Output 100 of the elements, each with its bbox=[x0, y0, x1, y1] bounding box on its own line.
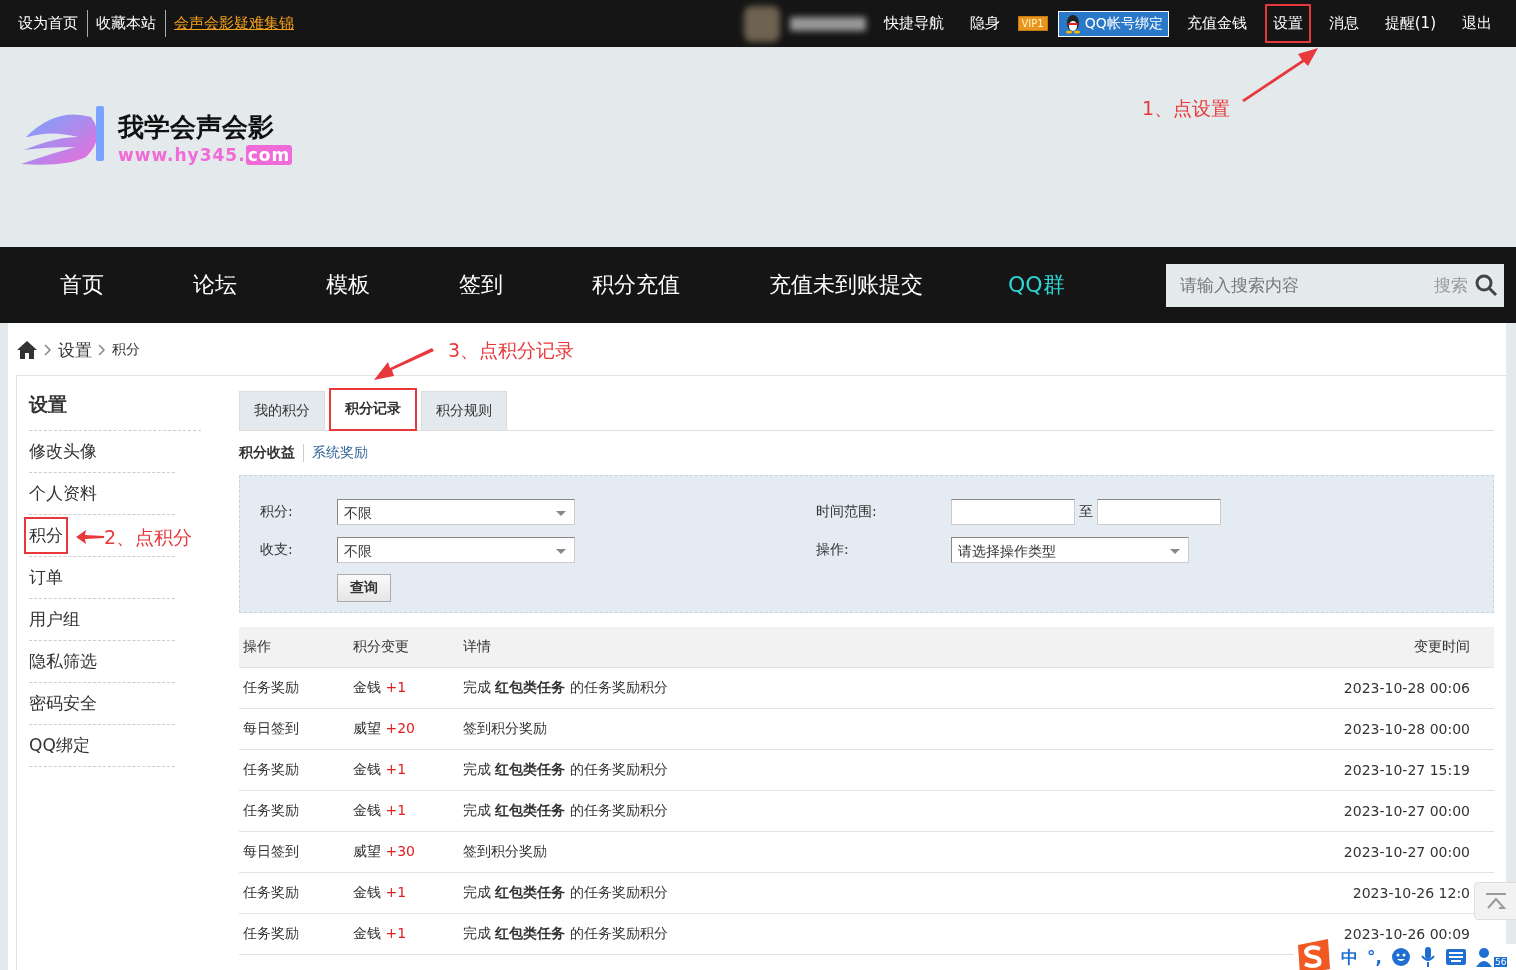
field-label: 时间范围: bbox=[816, 503, 878, 521]
table-cell-text: 2023-10-27 00:00 bbox=[1342, 844, 1471, 860]
sidebar-item[interactable]: 订单 bbox=[24, 559, 68, 596]
field-label: 积分: bbox=[260, 503, 294, 521]
table-cell-text: 金钱 +1 bbox=[353, 761, 408, 779]
table-cell-text: 签到积分奖励 bbox=[463, 720, 548, 738]
chevron-icon bbox=[98, 344, 106, 356]
breadcrumb-link[interactable]: 积分 bbox=[112, 341, 140, 359]
column-header: 操作 bbox=[242, 638, 272, 656]
keyboard-icon[interactable] bbox=[1444, 948, 1467, 966]
microphone-icon[interactable] bbox=[1419, 946, 1436, 968]
top-link[interactable]: 充值金钱 bbox=[1178, 4, 1255, 43]
table-cell-text: 威望 +20 bbox=[353, 720, 416, 738]
tab[interactable]: 我的积分 bbox=[239, 391, 325, 430]
sidebar-item[interactable]: 隐私筛选 bbox=[24, 643, 102, 680]
tab[interactable]: 积分规则 bbox=[421, 391, 507, 430]
annotation-text: 3、点积分记录 bbox=[448, 338, 575, 363]
annotation-arrow bbox=[374, 348, 434, 382]
table-cell-text: 任务奖励 bbox=[242, 884, 300, 902]
back-to-top-icon bbox=[1485, 892, 1507, 910]
top-link[interactable]: 退出 bbox=[1454, 4, 1500, 43]
flow-select[interactable]: 不限 bbox=[337, 537, 575, 563]
nav-item[interactable]: 首页 bbox=[38, 270, 127, 300]
nav-item[interactable]: 签到 bbox=[437, 270, 526, 300]
table-cell-text: 完成 红包类任务 的任务奖励积分 bbox=[463, 884, 669, 902]
ime-punctuation[interactable]: °, bbox=[1367, 947, 1382, 967]
back-to-top-button[interactable] bbox=[1474, 882, 1516, 920]
table-cell-text: 金钱 +1 bbox=[353, 925, 408, 943]
sidebar-item[interactable]: 用户组 bbox=[24, 601, 85, 638]
table-cell-text: 任务奖励 bbox=[242, 925, 300, 943]
subtab[interactable]: 系统奖励 bbox=[303, 444, 368, 462]
column-header: 积分变更 bbox=[353, 638, 410, 656]
table-cell-text: 2023-10-28 00:00 bbox=[1342, 721, 1471, 737]
qq-bind-button[interactable]: QQ帐号绑定 bbox=[1057, 10, 1169, 37]
nav-item[interactable]: 论坛 bbox=[171, 270, 260, 300]
sidebar-item[interactable]: 个人资料 bbox=[24, 475, 102, 512]
field-label: 操作: bbox=[816, 541, 850, 559]
credit-select[interactable]: 不限 bbox=[337, 499, 575, 525]
chevron-icon bbox=[44, 344, 52, 356]
subtab[interactable]: 积分收益 bbox=[239, 444, 295, 462]
column-header: 变更时间 bbox=[1413, 638, 1471, 656]
table-cell-text: 任务奖励 bbox=[242, 679, 300, 697]
sidebar-item[interactable]: 积分 bbox=[24, 517, 68, 554]
table-cell-text: 威望 +30 bbox=[353, 843, 416, 861]
table-cell-text: 2023-10-26 00:09 bbox=[1342, 926, 1471, 942]
query-button[interactable]: 查询 bbox=[337, 574, 391, 602]
start-date-field[interactable] bbox=[951, 499, 1075, 525]
ime-badge: 56 bbox=[1493, 957, 1508, 967]
nav-item[interactable]: 充值未到账提交 bbox=[747, 270, 946, 300]
annotation-arrow bbox=[76, 530, 104, 544]
top-link[interactable]: 消息 bbox=[1320, 4, 1367, 43]
breadcrumb-link[interactable]: 设置 bbox=[58, 338, 92, 362]
sidebar-item[interactable]: 密码安全 bbox=[24, 685, 102, 722]
user-icon[interactable] bbox=[1475, 947, 1494, 967]
blurred-username[interactable] bbox=[789, 16, 866, 31]
smiley-icon[interactable] bbox=[1390, 947, 1411, 967]
table-cell-text: 2023-10-28 00:06 bbox=[1342, 680, 1471, 696]
search-icon[interactable] bbox=[1474, 273, 1498, 297]
table-cell-text: 2023-10-26 12:0 bbox=[1351, 885, 1471, 901]
logo-title: 我学会声会影 bbox=[118, 110, 275, 144]
home-icon[interactable] bbox=[16, 340, 38, 360]
field-label: 收支: bbox=[260, 541, 294, 559]
range-separator: 至 bbox=[1079, 503, 1093, 521]
table-cell-text: 每日签到 bbox=[242, 843, 300, 861]
top-link[interactable]: 设置 bbox=[1264, 4, 1311, 43]
sidebar-item[interactable]: QQ绑定 bbox=[24, 727, 95, 764]
end-date-field[interactable] bbox=[1097, 499, 1221, 525]
avatar[interactable] bbox=[743, 5, 780, 42]
table-cell-text: 任务奖励 bbox=[242, 802, 300, 820]
ime-mode[interactable]: 中 bbox=[1341, 945, 1358, 969]
nav-item[interactable]: 模板 bbox=[304, 270, 393, 300]
top-link[interactable]: 设为首页 bbox=[16, 10, 80, 37]
table-cell-text: 完成 红包类任务 的任务奖励积分 bbox=[463, 679, 669, 697]
column-header: 详情 bbox=[463, 638, 492, 656]
table-cell-text: 金钱 +1 bbox=[353, 802, 408, 820]
table-cell-text: 2023-10-27 00:00 bbox=[1342, 803, 1471, 819]
table-cell-text: 完成 红包类任务 的任务奖励积分 bbox=[463, 925, 669, 943]
table-cell-text: 每日签到 bbox=[242, 720, 300, 738]
nav-item[interactable]: QQ群 bbox=[986, 270, 1088, 300]
table-cell-text: 金钱 +1 bbox=[353, 884, 408, 902]
top-link[interactable]: 隐身 bbox=[961, 4, 1008, 43]
table-cell-text: 完成 红包类任务 的任务奖励积分 bbox=[463, 761, 669, 779]
table-cell-text: 签到积分奖励 bbox=[463, 843, 548, 861]
table-cell-text: 2023-10-27 15:19 bbox=[1342, 762, 1471, 778]
table-cell-text: 完成 红包类任务 的任务奖励积分 bbox=[463, 802, 669, 820]
sidebar-item[interactable]: 修改头像 bbox=[24, 433, 102, 470]
top-link[interactable]: 会声会影疑难集锦 bbox=[165, 10, 296, 37]
top-link[interactable]: 快捷导航 bbox=[875, 4, 952, 43]
table-cell-text: 金钱 +1 bbox=[353, 679, 408, 697]
nav-item[interactable]: 积分充值 bbox=[570, 270, 703, 300]
tab[interactable]: 积分记录 bbox=[329, 388, 417, 431]
table-cell-text: 任务奖励 bbox=[242, 761, 300, 779]
penguin-icon bbox=[1063, 13, 1082, 34]
top-link[interactable]: 收藏本站 bbox=[87, 10, 158, 37]
sidebar-title: 设置 bbox=[29, 376, 201, 431]
operation-select[interactable]: 请选择操作类型 bbox=[951, 537, 1189, 563]
annotation-text: 1、点设置 bbox=[1142, 96, 1231, 121]
top-link[interactable]: 提醒(1) bbox=[1376, 4, 1444, 43]
annotation-text: 2、点积分 bbox=[104, 525, 193, 550]
vip-badge: VIP1 bbox=[1017, 16, 1048, 31]
